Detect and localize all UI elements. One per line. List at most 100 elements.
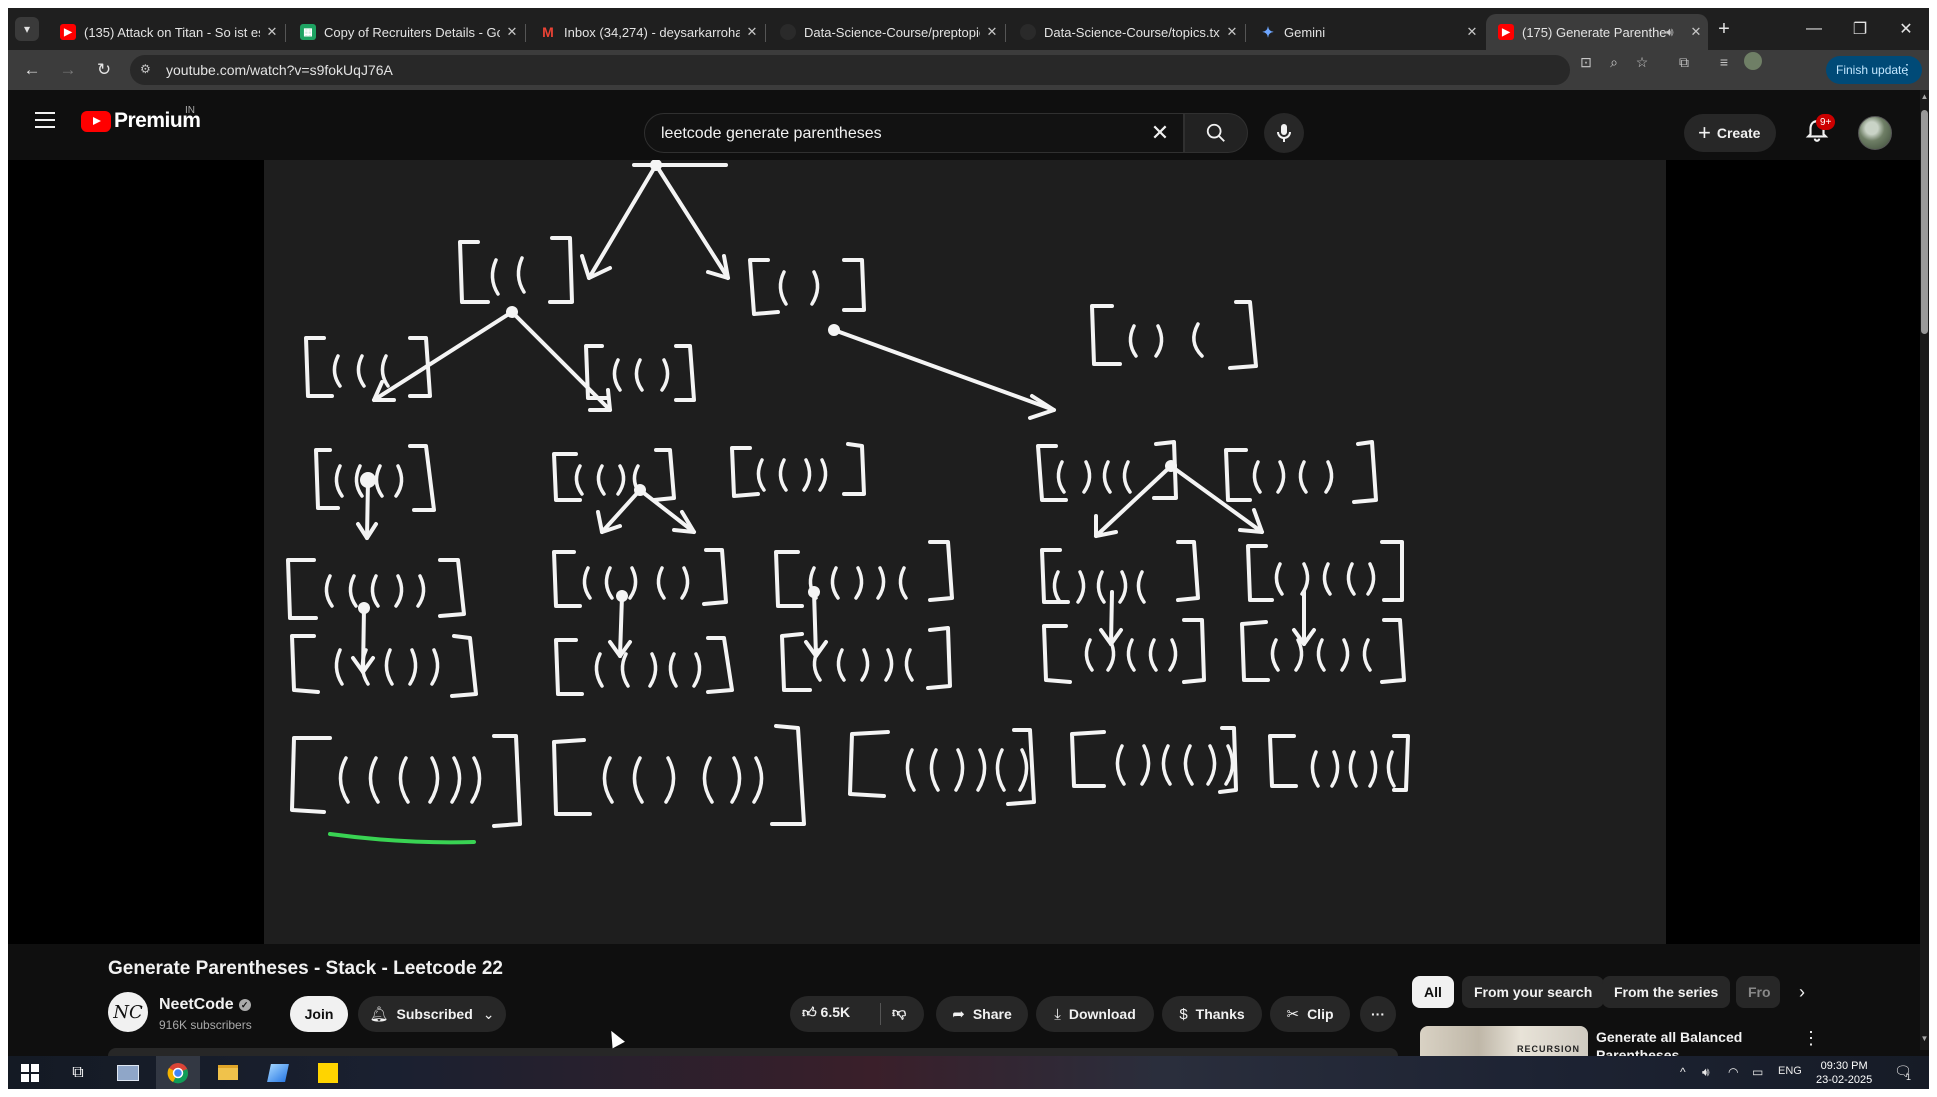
channel-name[interactable]: NeetCode ✓: [159, 996, 251, 1014]
wifi-icon[interactable]: ◠: [1728, 1065, 1738, 1079]
tab-attack-on-titan[interactable]: ▶ (135) Attack on Titan - So ist es ✕: [48, 14, 284, 50]
site-info-icon[interactable]: ⚙: [140, 62, 156, 78]
youtube-logo-icon: [81, 110, 111, 132]
dislike-button[interactable]: 👎︎: [892, 1004, 906, 1021]
show-hidden-icons[interactable]: ^: [1680, 1065, 1686, 1079]
account-avatar[interactable]: [1858, 116, 1892, 150]
share-icon: ➦: [952, 1006, 965, 1023]
battery-icon[interactable]: ▭: [1752, 1065, 1763, 1079]
plus-icon: +: [1698, 120, 1711, 145]
mouse-cursor: [605, 1027, 625, 1049]
remote-desktop-icon: [117, 1064, 139, 1081]
forward-button[interactable]: →: [54, 56, 82, 84]
channel-avatar[interactable]: NC: [108, 992, 148, 1032]
extensions-icon[interactable]: ⧉: [1674, 52, 1694, 72]
zoom-icon[interactable]: ⌕: [1604, 52, 1624, 72]
more-menu-icon[interactable]: ⋮: [1900, 61, 1914, 78]
close-window-button[interactable]: ✕: [1886, 16, 1926, 42]
profile-avatar[interactable]: [1744, 52, 1762, 70]
share-button[interactable]: ➦ Share: [936, 996, 1028, 1032]
create-button[interactable]: + Create: [1684, 114, 1776, 152]
voice-search-button[interactable]: [1264, 113, 1304, 153]
language-indicator[interactable]: ENG: [1778, 1065, 1802, 1077]
close-icon[interactable]: ✕: [1460, 24, 1484, 40]
search-button[interactable]: [1184, 113, 1248, 153]
bookmark-star-icon[interactable]: ☆: [1632, 52, 1652, 72]
chip-from[interactable]: Fro: [1736, 976, 1780, 1008]
menu-icon[interactable]: [35, 112, 55, 128]
chrome-icon: [167, 1062, 188, 1083]
install-app-icon[interactable]: ⊡: [1576, 52, 1596, 72]
minimize-button[interactable]: —: [1794, 16, 1834, 42]
search-icon: [1206, 123, 1225, 142]
subscriber-count: 916K subscribers: [159, 1018, 252, 1032]
download-button[interactable]: ⤓ Download: [1036, 996, 1154, 1032]
thanks-button[interactable]: $ Thanks: [1162, 996, 1262, 1032]
sheets-icon: ▦: [300, 24, 316, 40]
taskbar-app-remote[interactable]: [106, 1056, 150, 1089]
tab-generate-parentheses[interactable]: ▶ (175) Generate Parenthese 🔊︎ ✕: [1486, 14, 1708, 50]
close-icon[interactable]: ✕: [1220, 24, 1244, 40]
app-icon: [267, 1063, 289, 1082]
reload-button[interactable]: ↻: [90, 56, 118, 84]
scroll-up-arrow[interactable]: ▲: [1920, 92, 1929, 106]
new-tab-button[interactable]: +: [1712, 17, 1736, 41]
clear-search-icon[interactable]: ✕: [1145, 118, 1175, 148]
like-button[interactable]: 👍︎ 6.5K: [802, 1004, 850, 1021]
taskbar-file-explorer[interactable]: [206, 1056, 250, 1089]
tab-gemini[interactable]: ✦ Gemini ✕: [1248, 14, 1484, 50]
volume-icon[interactable]: 🔊︎: [1702, 1065, 1710, 1080]
video-frame[interactable]: [264, 160, 1666, 944]
more-vertical-icon[interactable]: ⋮: [1802, 1028, 1820, 1049]
finish-update-button[interactable]: Finish update ⋮: [1826, 56, 1922, 84]
close-icon[interactable]: ✕: [980, 24, 1004, 40]
tab-github-topics[interactable]: Data-Science-Course/topics.txt ✕: [1008, 14, 1244, 50]
more-horizontal-icon: ···: [1371, 1006, 1385, 1022]
video-player[interactable]: [8, 160, 1920, 944]
subscribed-button[interactable]: 🔔︎ Subscribed ⌄: [358, 996, 506, 1032]
youtube-icon: ▶: [1498, 24, 1514, 40]
scrollbar-thumb[interactable]: [1921, 110, 1928, 334]
tab-gmail-inbox[interactable]: M Inbox (34,274) - deysarkarroha ✕: [528, 14, 764, 50]
chip-from-the-series[interactable]: From the series: [1602, 976, 1731, 1008]
download-icon: ⤓: [1054, 1005, 1061, 1023]
verified-check-icon: ✓: [238, 999, 251, 1011]
tree-arrows: [351, 160, 1316, 674]
tab-strip: ▾ ▶ (135) Attack on Titan - So ist es ✕ …: [8, 8, 1929, 50]
tab-github-preptopic[interactable]: Data-Science-Course/preptopic ✕: [768, 14, 1004, 50]
gemini-icon: ✦: [1262, 23, 1274, 40]
whiteboard-drawing: [286, 160, 1410, 845]
url-text[interactable]: youtube.com/watch?v=s9fokUqJ76A: [166, 62, 393, 78]
scroll-down-arrow[interactable]: ▼: [1920, 1034, 1929, 1048]
back-button[interactable]: ←: [18, 56, 46, 84]
clip-button[interactable]: ✂ Clip: [1270, 996, 1350, 1032]
more-actions-button[interactable]: ···: [1360, 996, 1396, 1032]
chevron-right-icon[interactable]: ›: [1786, 976, 1818, 1008]
media-controls-icon[interactable]: ≡: [1714, 52, 1734, 72]
omnibox[interactable]: ⚙ youtube.com/watch?v=s9fokUqJ76A: [130, 55, 1570, 85]
taskbar-app-blue[interactable]: [256, 1056, 300, 1089]
youtube-premium-logo[interactable]: Premium IN: [81, 105, 201, 133]
restore-button[interactable]: ❐: [1840, 16, 1880, 42]
join-button[interactable]: Join: [290, 996, 348, 1032]
thanks-icon: $: [1179, 1005, 1188, 1023]
taskbar-chrome[interactable]: [156, 1056, 200, 1089]
address-toolbar: ← → ↻ ⚙ youtube.com/watch?v=s9fokUqJ76A …: [8, 50, 1929, 90]
close-icon[interactable]: ✕: [500, 24, 524, 40]
speaker-icon[interactable]: 🔊︎: [1666, 25, 1684, 40]
close-icon[interactable]: ✕: [260, 24, 284, 40]
chip-all[interactable]: All: [1412, 976, 1454, 1008]
search-input[interactable]: leetcode generate parentheses ✕: [644, 113, 1184, 153]
task-view-icon: ⧉: [72, 1063, 84, 1081]
taskbar-sticky-notes[interactable]: [306, 1056, 350, 1089]
tab-recruiters-sheet[interactable]: ▦ Copy of Recruiters Details - Go ✕: [288, 14, 524, 50]
chip-from-your-search[interactable]: From your search: [1462, 976, 1605, 1008]
close-icon[interactable]: ✕: [1684, 24, 1708, 40]
start-button[interactable]: [8, 1056, 52, 1089]
tab-search-button[interactable]: ▾: [15, 17, 39, 41]
close-icon[interactable]: ✕: [740, 24, 764, 40]
task-view-button[interactable]: ⧉: [56, 1056, 100, 1089]
description-box[interactable]: [108, 1048, 1398, 1056]
clock[interactable]: 09:30 PM 23-02-2025: [1816, 1059, 1872, 1087]
recommendation-thumbnail[interactable]: RECURSION: [1420, 1026, 1588, 1056]
